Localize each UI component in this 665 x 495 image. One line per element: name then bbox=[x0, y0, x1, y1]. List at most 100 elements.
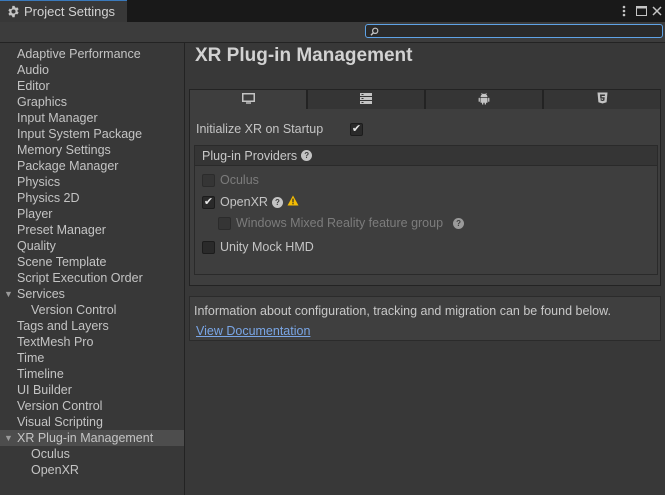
sidebar-item-services[interactable]: ▼ Services bbox=[0, 286, 184, 302]
sidebar-item-time[interactable]: Time bbox=[0, 350, 184, 366]
plugin-providers-group: Plug-in Providers ? Oculus ✔ OpenXR ? Wi… bbox=[194, 145, 658, 275]
provider-openxr-checkbox[interactable]: ✔ bbox=[202, 195, 215, 209]
info-box: Information about configuration, trackin… bbox=[189, 296, 661, 341]
sidebar-item-physics-2d[interactable]: Physics 2D bbox=[0, 190, 184, 206]
sidebar-item-label: Audio bbox=[17, 63, 49, 77]
provider-openxr-label: OpenXR bbox=[220, 195, 268, 209]
sidebar-item-label: Version Control bbox=[31, 303, 117, 317]
sidebar-item-input-system-package[interactable]: Input System Package bbox=[0, 126, 184, 142]
tab-android[interactable] bbox=[425, 89, 543, 110]
sidebar-item-player[interactable]: Player bbox=[0, 206, 184, 222]
sidebar-item-physics[interactable]: Physics bbox=[0, 174, 184, 190]
sidebar-item-editor[interactable]: Editor bbox=[0, 78, 184, 94]
maximize-icon[interactable] bbox=[634, 3, 648, 19]
sidebar-item-label: Script Execution Order bbox=[17, 271, 143, 285]
xr-settings-panel: Initialize XR on Startup ✔ Plug-in Provi… bbox=[189, 109, 661, 286]
help-icon[interactable]: ? bbox=[271, 196, 283, 208]
html5-icon bbox=[597, 92, 608, 107]
provider-oculus: Oculus bbox=[202, 172, 259, 188]
sidebar-item-openxr[interactable]: OpenXR bbox=[0, 462, 184, 478]
sidebar-item-label: Oculus bbox=[31, 447, 70, 461]
sidebar-item-label: Adaptive Performance bbox=[17, 47, 141, 61]
sidebar-item-label: TextMesh Pro bbox=[17, 335, 94, 349]
close-icon[interactable] bbox=[650, 3, 664, 19]
sidebar-item-label: Editor bbox=[17, 79, 50, 93]
sidebar-item-memory-settings[interactable]: Memory Settings bbox=[0, 142, 184, 158]
sidebar-item-label: Player bbox=[17, 207, 53, 221]
sidebar-item-quality[interactable]: Quality bbox=[0, 238, 184, 254]
search-field[interactable] bbox=[365, 24, 663, 38]
page-title: XR Plug-in Management bbox=[195, 45, 413, 66]
provider-oculus-checkbox[interactable] bbox=[202, 173, 215, 187]
sidebar-item-label: Visual Scripting bbox=[17, 415, 103, 429]
expand-arrow-icon[interactable]: ▼ bbox=[4, 430, 13, 446]
sidebar-item-label: Graphics bbox=[17, 95, 68, 109]
sidebar-item-label: Services bbox=[17, 287, 65, 301]
server-icon bbox=[360, 92, 372, 107]
sidebar-item-preset-manager[interactable]: Preset Manager bbox=[0, 222, 184, 238]
sidebar-item-audio[interactable]: Audio bbox=[0, 62, 184, 78]
gear-icon bbox=[6, 5, 20, 19]
sidebar-item-visual-scripting[interactable]: Visual Scripting bbox=[0, 414, 184, 430]
sidebar-item-scene-template[interactable]: Scene Template bbox=[0, 254, 184, 270]
help-icon[interactable]: ? bbox=[453, 217, 465, 229]
settings-sidebar: Adaptive Performance Audio Editor Graphics I… bbox=[0, 43, 185, 495]
android-icon bbox=[478, 92, 490, 108]
sidebar-item-label: Memory Settings bbox=[17, 143, 111, 157]
sidebar-item-timeline[interactable]: Timeline bbox=[0, 366, 184, 382]
sidebar-item-label: Quality bbox=[17, 239, 56, 253]
initialize-xr-checkbox[interactable]: ✔ bbox=[350, 122, 363, 136]
sidebar-item-label: OpenXR bbox=[31, 463, 79, 477]
sidebar-item-label: Package Manager bbox=[17, 159, 119, 173]
sidebar-item-script-execution-order[interactable]: Script Execution Order bbox=[0, 270, 184, 286]
sidebar-item-label: Input System Package bbox=[17, 127, 143, 141]
search-icon bbox=[370, 26, 379, 40]
sidebar-item-textmesh-pro[interactable]: TextMesh Pro bbox=[0, 334, 184, 350]
plugin-providers-header: Plug-in Providers ? bbox=[195, 146, 657, 166]
sidebar-item-input-manager[interactable]: Input Manager bbox=[0, 110, 184, 126]
sidebar-item-adaptive-performance[interactable]: Adaptive Performance bbox=[0, 46, 184, 62]
info-text: Information about configuration, trackin… bbox=[194, 304, 611, 318]
sidebar-item-version-control[interactable]: Version Control bbox=[0, 302, 184, 318]
warning-icon[interactable] bbox=[287, 195, 299, 209]
initialize-xr-row: Initialize XR on Startup ✔ bbox=[196, 121, 656, 137]
provider-openxr: ✔ OpenXR ? bbox=[202, 194, 299, 210]
sidebar-item-label: XR Plug-in Management bbox=[17, 431, 154, 445]
sidebar-item-graphics[interactable]: Graphics bbox=[0, 94, 184, 110]
sidebar-item-label: Timeline bbox=[17, 367, 64, 381]
sidebar-item-label: Physics 2D bbox=[17, 191, 80, 205]
sidebar-item-version-control[interactable]: Version Control bbox=[0, 398, 184, 414]
platform-tabs bbox=[189, 89, 661, 110]
sidebar-item-tags-and-layers[interactable]: Tags and Layers bbox=[0, 318, 184, 334]
sidebar-item-label: Scene Template bbox=[17, 255, 107, 269]
window-titlebar: Project Settings bbox=[0, 0, 665, 22]
provider-mock-hmd-checkbox[interactable] bbox=[202, 240, 215, 254]
tab-desktop[interactable] bbox=[189, 89, 307, 110]
provider-wmr-checkbox[interactable] bbox=[218, 216, 231, 230]
sidebar-item-label: Time bbox=[17, 351, 45, 365]
initialize-xr-label: Initialize XR on Startup bbox=[196, 122, 324, 136]
main-panel: XR Plug-in Management Initialize XR on S… bbox=[185, 43, 665, 495]
sidebar-item-package-manager[interactable]: Package Manager bbox=[0, 158, 184, 174]
tab-webgl[interactable] bbox=[543, 89, 661, 110]
sidebar-item-label: Physics bbox=[17, 175, 61, 189]
plugin-providers-label: Plug-in Providers bbox=[202, 148, 298, 163]
sidebar-item-label: Tags and Layers bbox=[17, 319, 109, 333]
view-documentation-link[interactable]: View Documentation bbox=[196, 324, 310, 338]
sidebar-item-oculus[interactable]: Oculus bbox=[0, 446, 184, 462]
provider-wmr: Windows Mixed Reality feature group ? bbox=[218, 215, 465, 231]
provider-mock-hmd: Unity Mock HMD bbox=[202, 239, 314, 255]
expand-arrow-icon[interactable]: ▼ bbox=[4, 286, 13, 302]
help-icon[interactable]: ? bbox=[301, 150, 313, 161]
tab-server[interactable] bbox=[307, 89, 425, 110]
more-vertical-icon[interactable] bbox=[617, 3, 631, 19]
sidebar-item-label: Preset Manager bbox=[17, 223, 106, 237]
search-input[interactable] bbox=[380, 25, 658, 37]
provider-mock-hmd-label: Unity Mock HMD bbox=[220, 240, 314, 254]
tab-project-settings[interactable]: Project Settings bbox=[0, 0, 127, 22]
sidebar-item-xr-plug-in-management[interactable]: ▼ XR Plug-in Management bbox=[0, 430, 184, 446]
provider-oculus-label: Oculus bbox=[220, 173, 259, 187]
sidebar-item-label: Input Manager bbox=[17, 111, 98, 125]
desktop-icon bbox=[241, 92, 255, 107]
sidebar-item-ui-builder[interactable]: UI Builder bbox=[0, 382, 184, 398]
